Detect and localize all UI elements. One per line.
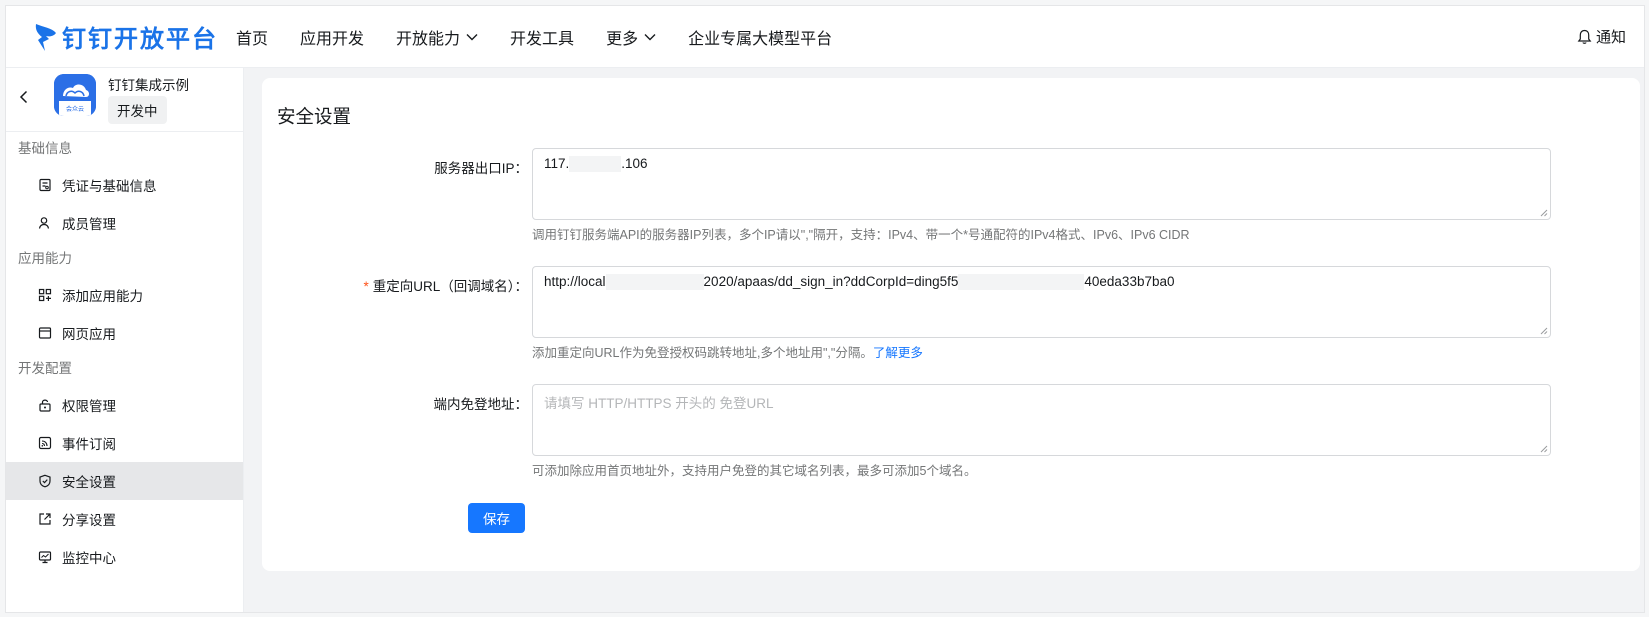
brand-logo[interactable]: 钉钉开放平台: [34, 19, 224, 54]
sidebar-item-label: 成员管理: [62, 217, 116, 232]
redirect-url-label: * 重定向URL（回调域名）：: [363, 275, 528, 295]
redirect-url-hint-text: 添加重定向URL作为免登授权码跳转地址,多个地址用","分隔。: [532, 346, 873, 360]
in-app-login-placeholder: 请填写 HTTP/HTTPS 开头的 免登URL: [544, 396, 774, 411]
notification-label: 通知: [1595, 29, 1626, 46]
sidebar-item-label: 分享设置: [62, 513, 116, 528]
sidebar-item-label: 添加应用能力: [62, 289, 143, 304]
sidebar-item-events[interactable]: 事件订阅: [6, 424, 243, 462]
nav-app-dev[interactable]: 应用开发: [300, 25, 364, 49]
nav-more[interactable]: 更多: [606, 25, 656, 49]
dingtalk-logo-icon: [35, 23, 56, 51]
nav-enterprise-llm-label: 企业专属大模型平台: [688, 30, 833, 48]
redirect-url-hint: 添加重定向URL作为免登授权码跳转地址,多个地址用","分隔。了解更多: [532, 342, 923, 361]
sidebar-item-web-app[interactable]: 网页应用: [6, 314, 243, 352]
redirect-url-label-text: 重定向URL（回调域名）：: [372, 279, 528, 294]
page-title: 安全设置: [277, 106, 352, 127]
chevron-down-icon: [644, 33, 656, 40]
redirect-url-value-part1: http://local: [544, 274, 606, 289]
group-title-dev-config: 开发配置: [18, 361, 72, 376]
sidebar: 会众云 钉钉集成示例 开发中 基础信息 凭证与基础信息 成员管理 应用能力 添加…: [6, 68, 244, 612]
bell-icon: [1577, 29, 1592, 44]
resize-handle-icon[interactable]: [1540, 209, 1548, 217]
redacted-mask: [569, 156, 622, 173]
cloud-logo-icon: 会众云: [54, 74, 96, 116]
shield-icon: [39, 474, 51, 488]
nav-enterprise-llm[interactable]: 企业专属大模型平台: [688, 25, 832, 49]
group-title-app-capabilities: 应用能力: [18, 251, 72, 266]
redacted-mask: [605, 274, 704, 291]
sidebar-item-label: 监控中心: [62, 551, 116, 566]
sidebar-item-label: 网页应用: [62, 327, 116, 342]
nav-more-label: 更多: [606, 30, 639, 48]
save-button[interactable]: 保存: [468, 503, 525, 533]
notification-button[interactable]: 通知: [1577, 26, 1626, 47]
redirect-url-value-part2: 2020/apaas/dd_sign_in?ddCorpId=ding5f5: [703, 274, 959, 289]
app-logo-text: 会众云: [66, 105, 84, 113]
top-navigation-bar: 钉钉开放平台 首页 应用开发 开放能力 开发工具 更多 企业专属大模型平台 通知: [6, 6, 1644, 68]
rss-icon: [38, 436, 52, 450]
add-apps-icon: [38, 288, 52, 302]
sidebar-item-label: 凭证与基础信息: [62, 179, 157, 194]
chevron-left-icon[interactable]: [19, 90, 29, 104]
redirect-url-value-part3: 40eda33b7ba0: [1084, 274, 1175, 289]
server-ip-label: 服务器出口IP：: [434, 161, 528, 176]
nav-dev-tools-label: 开发工具: [510, 30, 575, 48]
brand-name: 钉钉开放平台: [62, 26, 218, 53]
in-app-login-label: 端内免登地址：: [433, 397, 529, 412]
sidebar-item-security[interactable]: 安全设置: [6, 462, 243, 500]
lock-icon: [39, 399, 51, 412]
app-frame: 钉钉开放平台 首页 应用开发 开放能力 开发工具 更多 企业专属大模型平台 通知: [5, 5, 1645, 613]
sidebar-item-members[interactable]: 成员管理: [6, 204, 243, 242]
sidebar-item-share[interactable]: 分享设置: [6, 500, 243, 538]
sidebar-item-label: 安全设置: [62, 475, 116, 490]
sidebar-item-add-capability[interactable]: 添加应用能力: [6, 276, 243, 314]
app-status-badge: 开发中: [108, 96, 167, 124]
nav-open-capabilities-label: 开放能力: [396, 30, 461, 48]
sidebar-item-permissions[interactable]: 权限管理: [6, 386, 243, 424]
required-mark: *: [363, 279, 369, 294]
share-icon: [39, 513, 51, 525]
group-title-basic-info: 基础信息: [18, 141, 72, 156]
resize-handle-icon[interactable]: [1540, 445, 1548, 453]
server-ip-value-prefix: 117.: [544, 156, 570, 171]
sidebar-item-label: 事件订阅: [62, 437, 116, 452]
app-name: 钉钉集成示例: [108, 78, 189, 93]
server-ip-textarea[interactable]: 117. .106: [532, 148, 1551, 220]
server-ip-hint: 调用钉钉服务端API的服务器IP列表，多个IP请以","隔开，支持：IPv4、带…: [532, 228, 1190, 242]
in-app-login-hint: 可添加除应用首页地址外，支持用户免登的其它域名列表，最多可添加5个域名。: [532, 464, 977, 478]
nav-app-dev-label: 应用开发: [300, 30, 365, 48]
security-settings-panel: 安全设置 服务器出口IP： 117. .106 调用钉钉服务端API的服务器IP列…: [262, 78, 1640, 571]
in-app-login-textarea[interactable]: 请填写 HTTP/HTTPS 开头的 免登URL: [532, 384, 1551, 456]
nav-open-capabilities[interactable]: 开放能力: [396, 25, 478, 49]
nav-home[interactable]: 首页: [236, 25, 268, 49]
member-icon: [38, 217, 50, 229]
redacted-mask: [958, 274, 1085, 291]
monitor-icon: [38, 551, 52, 564]
nav-dev-tools[interactable]: 开发工具: [510, 25, 574, 49]
sidebar-item-monitor[interactable]: 监控中心: [6, 538, 243, 576]
credential-icon: [39, 178, 51, 192]
learn-more-link[interactable]: 了解更多: [873, 346, 923, 360]
app-logo: 会众云: [54, 74, 96, 116]
main-nav: 首页 应用开发 开放能力 开发工具 更多 企业专属大模型平台: [224, 25, 852, 49]
chevron-down-icon: [466, 33, 478, 40]
redirect-url-textarea[interactable]: http://local 2020/apaas/dd_sign_in?ddCorp…: [532, 266, 1551, 338]
sidebar-item-label: 权限管理: [62, 399, 116, 414]
nav-home-label: 首页: [236, 30, 269, 48]
server-ip-value-suffix: .106: [621, 156, 648, 171]
webpage-icon: [38, 327, 52, 339]
sidebar-item-credentials[interactable]: 凭证与基础信息: [6, 166, 243, 204]
app-header: 会众云 钉钉集成示例 开发中: [6, 68, 243, 132]
resize-handle-icon[interactable]: [1540, 327, 1548, 335]
